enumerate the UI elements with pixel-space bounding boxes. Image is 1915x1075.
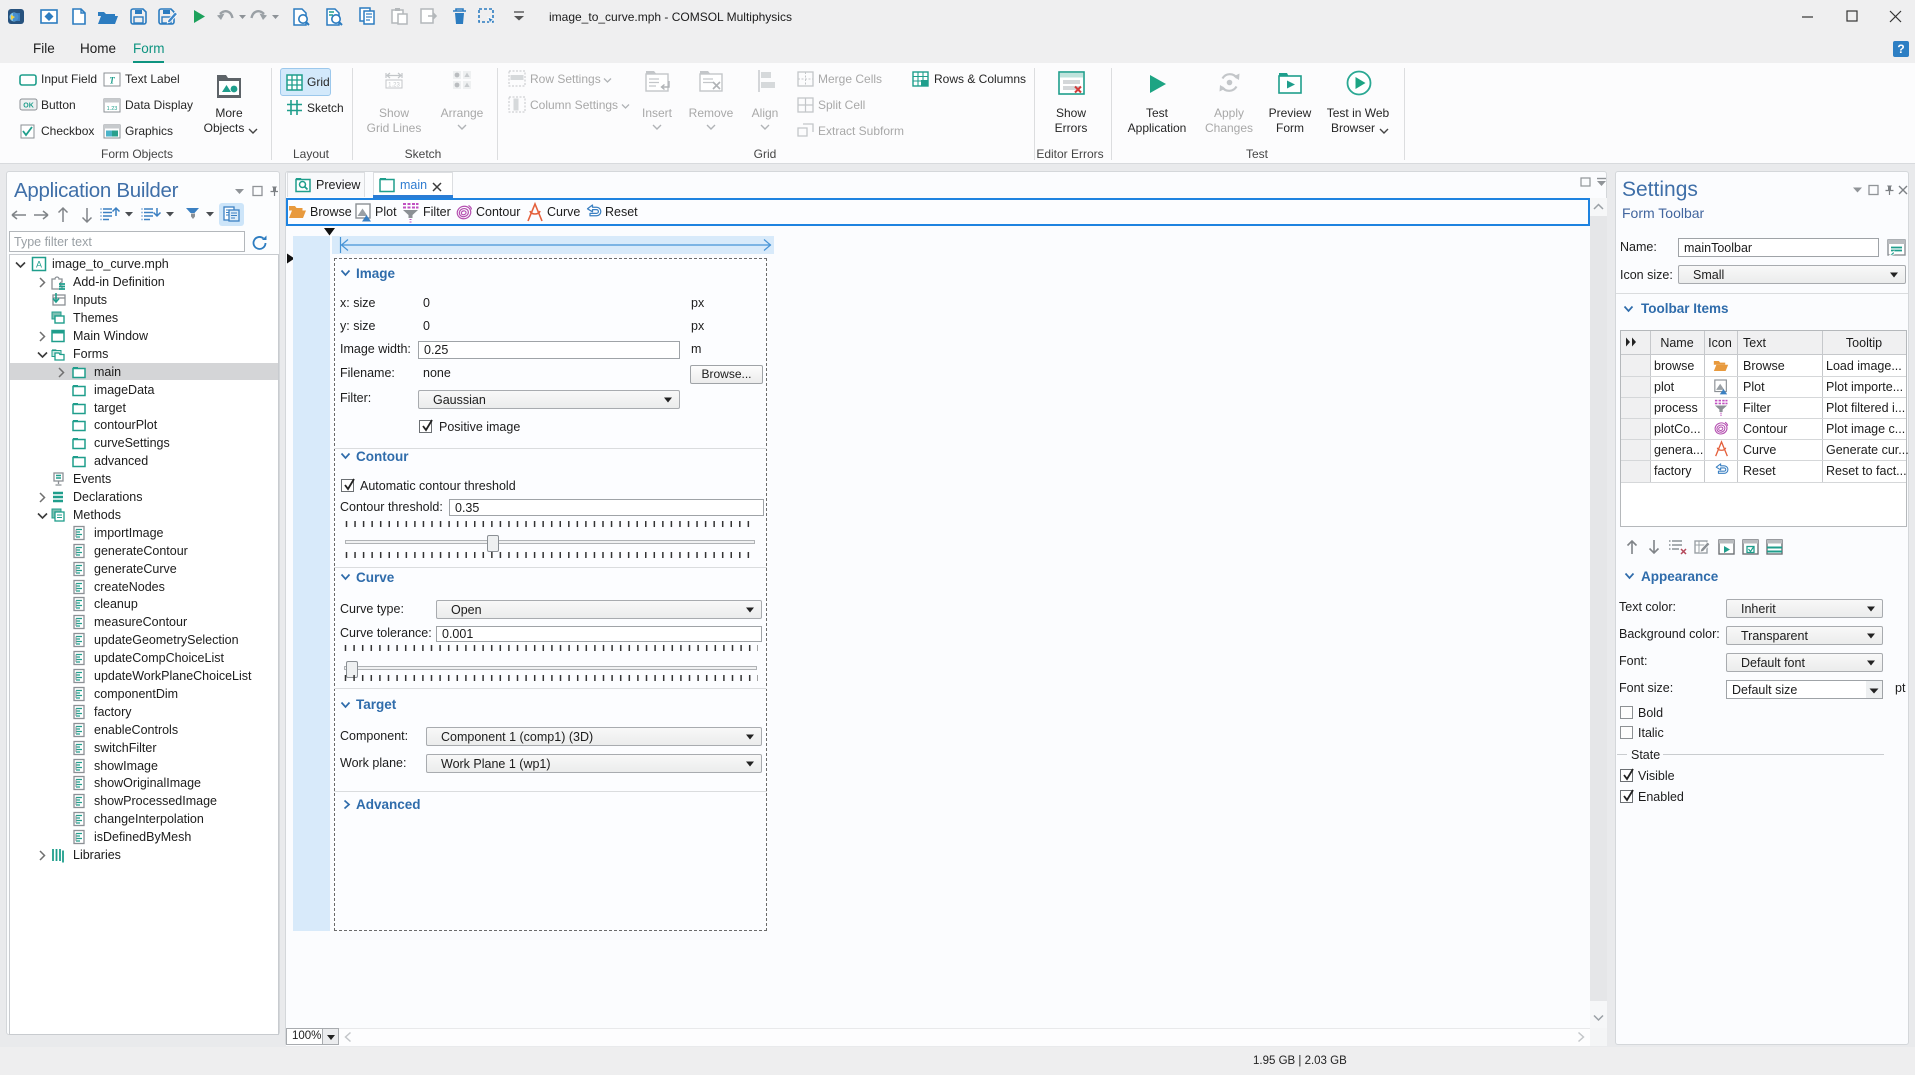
svg-text:1.23: 1.23: [107, 106, 118, 112]
svg-text:T: T: [109, 76, 115, 86]
svg-text:1.23: 1.23: [388, 83, 400, 89]
svg-text:OK: OK: [23, 103, 34, 110]
